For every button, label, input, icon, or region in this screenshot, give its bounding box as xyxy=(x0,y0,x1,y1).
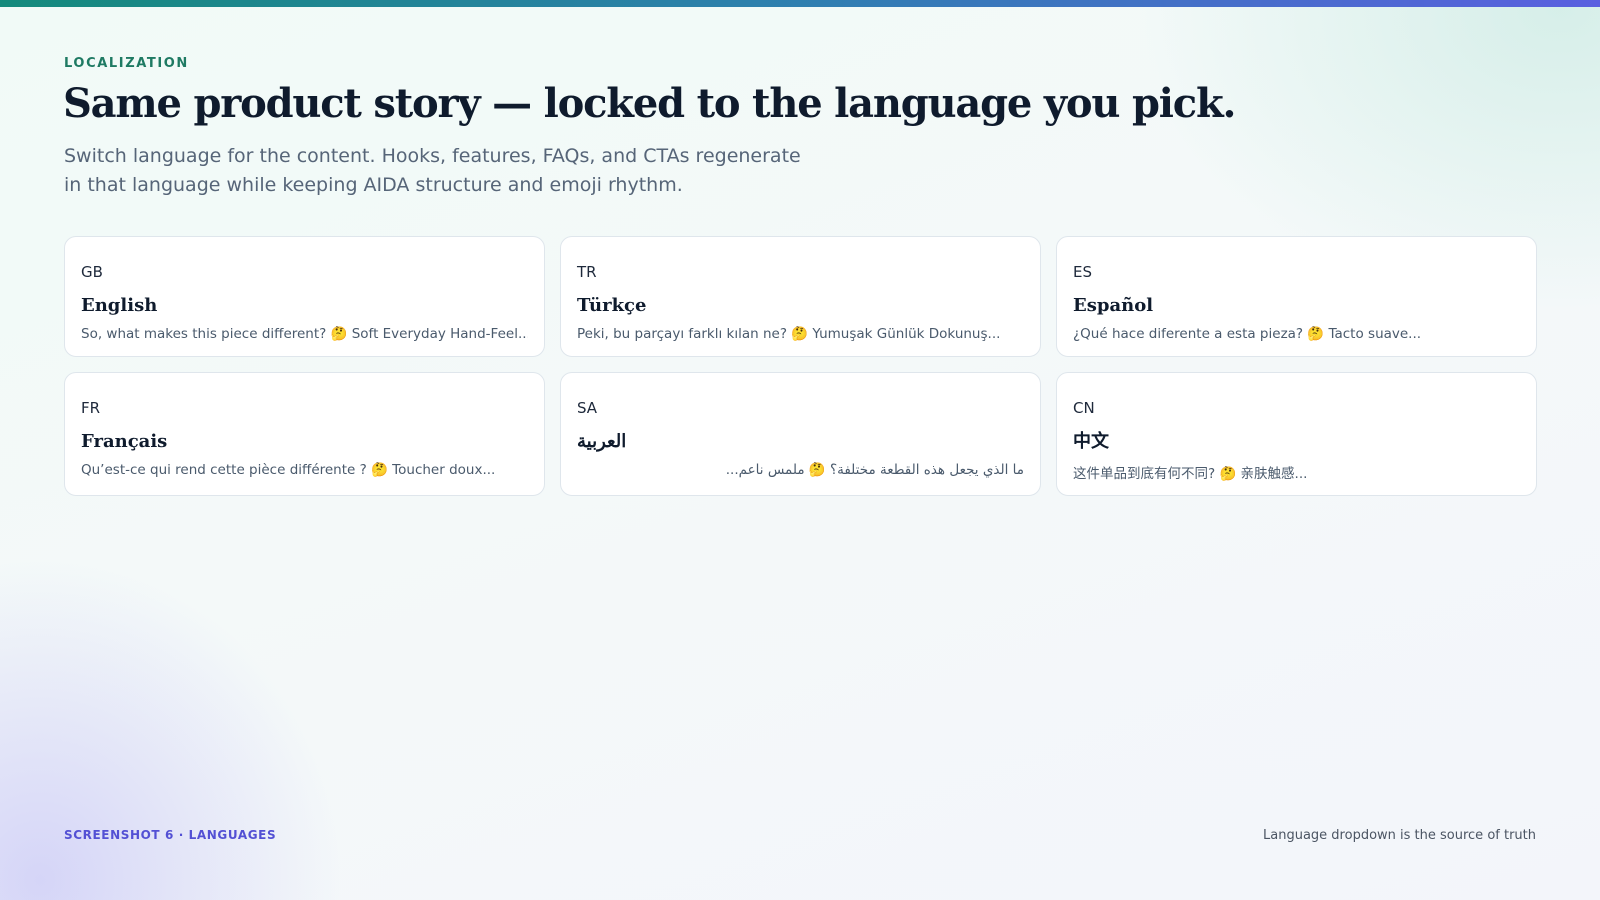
language-name: English xyxy=(81,295,158,316)
footer-screenshot-label: SCREENSHOT 6 · LANGUAGES xyxy=(64,828,277,842)
language-code: TR xyxy=(577,263,597,281)
language-sample-text: So, what makes this piece different? 🤔 S… xyxy=(81,326,528,342)
language-code: CN xyxy=(1073,399,1095,417)
language-card-grid: GB English So, what makes this piece dif… xyxy=(64,236,1537,496)
top-gradient-bar xyxy=(0,0,1600,7)
page-title: Same product story — locked to the langu… xyxy=(63,80,1236,127)
language-name: Türkçe xyxy=(577,295,647,316)
language-card-spanish[interactable]: ES Español ¿Qué hace diferente a esta pi… xyxy=(1056,236,1537,357)
page-subtitle: Switch language for the content. Hooks, … xyxy=(64,145,801,196)
language-sample-text: Peki, bu parçayı farklı kılan ne? 🤔 Yumu… xyxy=(577,326,1001,342)
language-name: Français xyxy=(81,431,168,452)
language-sample-text: Qu’est-ce qui rend cette pièce différent… xyxy=(81,462,496,478)
language-name: العربية xyxy=(577,431,627,452)
language-card-english[interactable]: GB English So, what makes this piece dif… xyxy=(64,236,545,357)
language-card-turkish[interactable]: TR Türkçe Peki, bu parçayı farklı kılan … xyxy=(560,236,1041,357)
language-code: ES xyxy=(1073,263,1092,281)
language-code: FR xyxy=(81,399,101,417)
language-sample-text: ¿Qué hace diferente a esta pieza? 🤔 Tact… xyxy=(1073,326,1422,342)
language-card-french[interactable]: FR Français Qu’est-ce qui rend cette piè… xyxy=(64,372,545,496)
language-code: GB xyxy=(81,263,103,281)
language-name: 中文 xyxy=(1073,431,1109,452)
language-card-chinese[interactable]: CN 中文 这件单品到底有何不同? 🤔 亲肤触感... xyxy=(1056,372,1537,496)
language-card-arabic[interactable]: SA العربية ما الذي يجعل هذه القطعة مختلف… xyxy=(560,372,1041,496)
language-sample-text: ما الذي يجعل هذه القطعة مختلفة؟ 🤔 ملمس ن… xyxy=(725,462,1024,478)
language-sample-text: 这件单品到底有何不同? 🤔 亲肤触感... xyxy=(1073,466,1308,482)
language-name: Español xyxy=(1073,295,1154,316)
footer-note: Language dropdown is the source of truth xyxy=(1263,828,1536,843)
language-code: SA xyxy=(577,399,598,417)
section-eyebrow: LOCALIZATION xyxy=(64,56,189,71)
